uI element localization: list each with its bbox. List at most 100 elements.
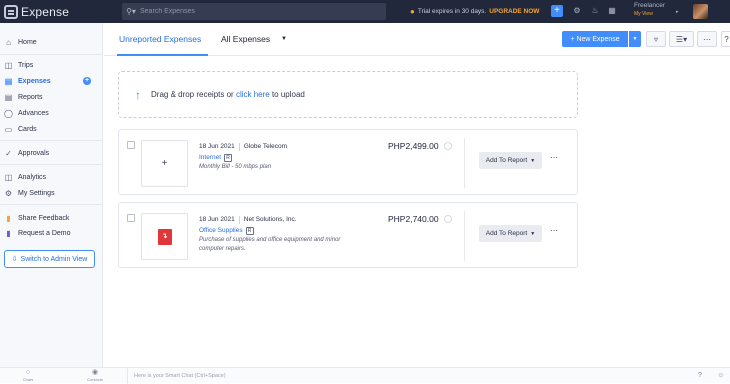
sidebar-item-home[interactable]: ⌂ Home — [4, 36, 99, 48]
cards-icon: ▭ — [4, 124, 13, 134]
tab-bar: Unreported Expenses All Expenses ▼ + New… — [104, 23, 730, 56]
expense-details: 18 Jun 2021 Net Solutions, Inc. Office S… — [199, 214, 364, 254]
sidebar-divider — [0, 54, 103, 55]
sidebar-item-label: Expenses — [18, 77, 51, 85]
sidebar-item-trips[interactable]: ◫ Trips — [4, 59, 99, 71]
expense-logo-icon — [4, 4, 18, 19]
sidebar-item-label: My Settings — [18, 189, 55, 197]
select-checkbox[interactable] — [127, 141, 135, 149]
expense-category[interactable]: Office Supplies — [199, 225, 243, 236]
avatar[interactable] — [693, 4, 708, 19]
add-to-report-button[interactable]: Add To Report ▼ — [479, 225, 542, 242]
sidebar-item-cards[interactable]: ▭ Cards — [4, 123, 99, 135]
new-expense-button[interactable]: + New Expense — [562, 31, 628, 47]
search-input[interactable] — [140, 8, 360, 15]
receipt-upload-slot[interactable]: + — [141, 140, 188, 187]
sidebar-item-advances[interactable]: ◯ Advances — [4, 107, 99, 119]
sidebar-item-expenses[interactable]: ▤ Expenses + — [4, 75, 99, 87]
contacts-button[interactable]: ◉ Contacts — [80, 369, 110, 382]
chevron-right-icon: ▸ — [676, 9, 679, 15]
expense-date: 18 Jun 2021 — [199, 216, 235, 223]
more-options-button[interactable]: ⋯ — [697, 31, 717, 47]
sidebar-item-reports[interactable]: ▤ Reports — [4, 91, 99, 103]
divider — [464, 211, 465, 261]
divider — [127, 368, 128, 384]
upload-link[interactable]: click here — [236, 90, 270, 99]
divider — [238, 142, 240, 151]
expense-merchant: Net Solutions, Inc. — [243, 216, 297, 223]
sidebar-item-approvals[interactable]: ✓ Approvals — [4, 147, 99, 159]
bulb-icon: ● — [410, 7, 415, 16]
top-bar: Expense ⚲▾ ● Trial expires in 30 days. U… — [0, 0, 730, 23]
chat-icon: ○ — [25, 369, 31, 376]
help-icon[interactable]: ? — [695, 371, 705, 381]
reports-icon: ▤ — [4, 92, 13, 102]
upgrade-link[interactable]: UPGRADE NOW — [489, 8, 539, 15]
sidebar-item-label: Analytics — [18, 173, 47, 181]
divider — [464, 138, 465, 188]
active-tab-indicator — [117, 54, 208, 56]
grid-icon[interactable]: ▦ — [607, 6, 617, 16]
chevron-down-icon[interactable]: ▼ — [281, 36, 287, 42]
home-icon: ⌂ — [6, 37, 11, 47]
chats-label: Chats — [22, 377, 34, 382]
ellipsis-icon[interactable]: ⋯ — [550, 153, 559, 162]
app-logo[interactable]: Expense — [4, 4, 114, 19]
gear-icon[interactable]: ⚙ — [572, 6, 582, 16]
sidebar-item-analytics[interactable]: ◫ Analytics — [4, 171, 99, 183]
expenses-icon: ▤ — [4, 76, 13, 86]
sidebar-item-label: Reports — [18, 93, 43, 101]
tab-all-expenses[interactable]: All Expenses — [221, 34, 270, 44]
switch-to-admin-button[interactable]: ⇩ Switch to Admin View — [4, 250, 95, 268]
bell-icon[interactable]: ♨ — [590, 6, 600, 16]
contacts-icon: ◉ — [91, 369, 99, 376]
expense-amount: PHP2,499.00 — [388, 141, 439, 151]
new-expense-dropdown-button[interactable]: ▼ — [629, 31, 641, 47]
sidebar-item-request-demo[interactable]: ▮ Request a Demo — [4, 227, 99, 239]
search-bar[interactable]: ⚲▾ — [122, 3, 386, 20]
info-icon[interactable] — [444, 215, 452, 223]
smart-chat-input[interactable]: Here is your Smart Chat (Ctrl+Space) — [134, 373, 226, 379]
expense-merchant: Globe Telecom — [243, 143, 288, 150]
divider — [238, 215, 240, 224]
expense-card[interactable]: ↴ 18 Jun 2021 Net Solutions, Inc. Office… — [118, 202, 578, 268]
help-button[interactable]: ? — [721, 31, 730, 47]
sidebar-item-label: Approvals — [18, 149, 50, 157]
search-icon[interactable]: ⚲▾ — [122, 7, 140, 16]
feedback-icon: ▮ — [6, 213, 11, 223]
upload-arrow-icon: ↑ — [135, 87, 141, 102]
sidebar-item-label: Trips — [18, 61, 34, 69]
demo-icon: ▮ — [6, 228, 11, 238]
sidebar-item-my-settings[interactable]: ⚙ My Settings — [4, 187, 99, 199]
ellipsis-icon[interactable]: ⋯ — [550, 226, 559, 235]
info-icon[interactable] — [444, 142, 452, 150]
list-icon: ☰▾ — [675, 34, 688, 44]
receipt-thumbnail[interactable]: ↴ — [141, 213, 188, 260]
receipt-dropzone[interactable]: ↑ Drag & drop receipts or click here to … — [118, 71, 578, 118]
add-to-report-label: Add To Report — [485, 157, 528, 164]
filter-button[interactable]: ▿ — [646, 31, 666, 47]
view-options-button[interactable]: ☰▾ — [669, 31, 694, 47]
add-to-report-button[interactable]: Add To Report ▼ — [479, 152, 542, 169]
chevron-down-icon: ▼ — [530, 157, 536, 164]
expense-card[interactable]: + 18 Jun 2021 Globe Telecom Internet R M… — [118, 129, 578, 195]
chats-button[interactable]: ○ Chats — [13, 369, 43, 382]
sidebar-item-share-feedback[interactable]: ▮ Share Feedback — [4, 212, 99, 224]
dropzone-text-after: to upload — [269, 90, 305, 99]
expense-details: 18 Jun 2021 Globe Telecom Internet R Mon… — [199, 141, 364, 172]
filter-icon: ▿ — [653, 34, 658, 44]
trial-text: Trial expires in 30 days. — [417, 8, 487, 15]
quick-create-button[interactable]: + — [551, 5, 563, 17]
org-switcher[interactable]: Freelancer My View — [634, 2, 665, 18]
select-checkbox[interactable] — [127, 214, 135, 222]
plus-icon: + — [570, 35, 575, 43]
expense-category[interactable]: Internet — [199, 152, 221, 163]
add-expense-icon[interactable]: + — [83, 77, 91, 85]
people-icon[interactable]: ☺ — [716, 371, 726, 381]
pdf-icon: ↴ — [157, 228, 172, 245]
tab-unreported-expenses[interactable]: Unreported Expenses — [119, 34, 201, 44]
sidebar-item-label: Request a Demo — [18, 229, 71, 237]
sidebar-item-label: Home — [18, 38, 37, 46]
sidebar-divider — [0, 164, 103, 165]
org-view: My View — [634, 11, 653, 17]
